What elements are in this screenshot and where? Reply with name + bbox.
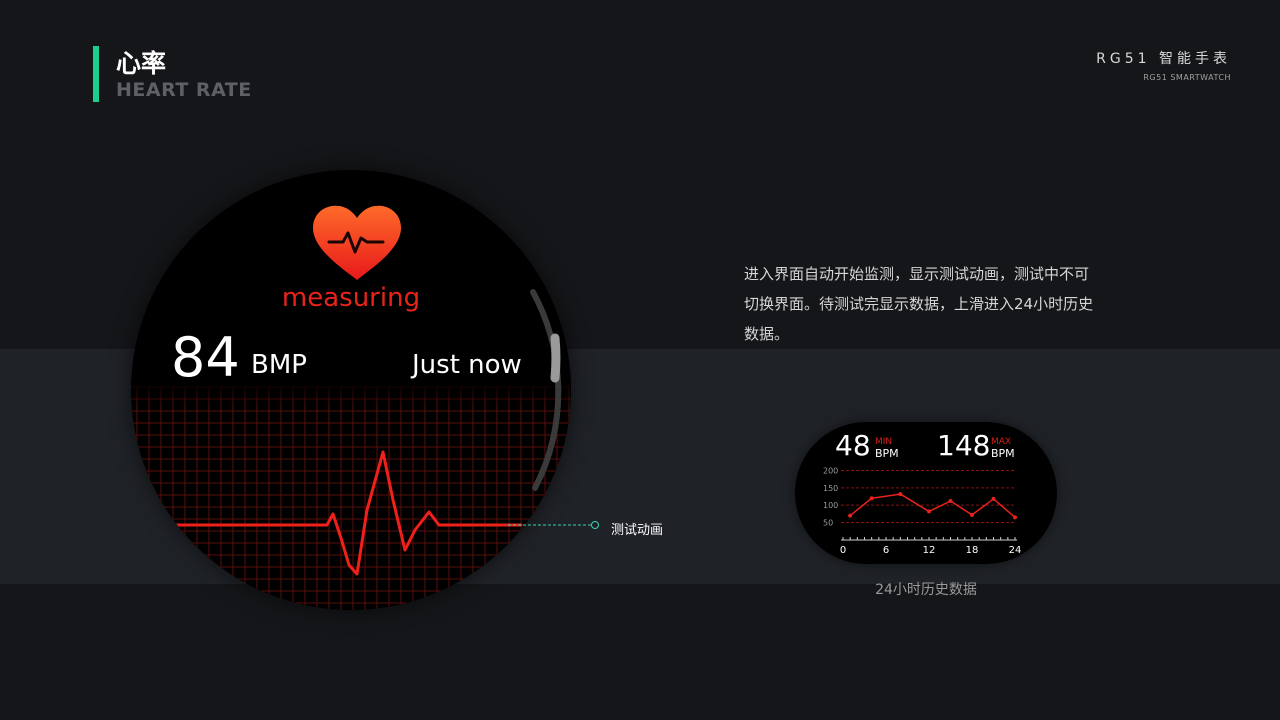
x-tick-label: 24 — [1009, 545, 1022, 556]
watch-graphics — [131, 205, 571, 610]
title-accent-bar — [93, 46, 99, 102]
heart-rate-unit: BMP — [251, 350, 307, 380]
data-point — [991, 496, 996, 501]
x-tick-label: 6 — [883, 545, 889, 556]
series-line — [849, 493, 1016, 518]
watch-face: measuring 84 BMP Just now — [131, 170, 571, 610]
heart-icon — [313, 205, 401, 280]
annotation-label: 测试动画 — [611, 523, 664, 538]
data-point — [1013, 515, 1017, 520]
history-caption: 24小时历史数据 — [875, 582, 977, 598]
feature-description: 进入界面自动开始监测，显示测试动画，测试中不可切换界面。待测试完显示数据，上滑进… — [744, 265, 1094, 343]
measuring-status: measuring — [281, 283, 421, 313]
scroll-thumb — [550, 333, 561, 383]
y-tick-label: 50 — [823, 519, 833, 528]
history-widget: 48 MIN BPM 148 MAX BPM 200 150 100 50 0 6 12 18… — [795, 422, 1057, 564]
x-tick-label: 12 — [923, 545, 936, 556]
page-title: 心率 — [116, 49, 167, 78]
grid-fade — [131, 380, 571, 470]
measure-time: Just now — [412, 350, 522, 380]
y-tick-label: 200 — [823, 466, 838, 475]
data-point — [869, 496, 874, 501]
data-point — [948, 499, 953, 504]
data-point — [898, 492, 903, 497]
ecg-line — [175, 450, 523, 576]
data-point — [848, 513, 853, 518]
x-tick-label: 18 — [966, 545, 979, 556]
brand-block: RG51 智能手表 RG51 SMARTWATCH — [1096, 48, 1231, 82]
history-chart: 200 150 100 50 0 6 12 18 24 — [823, 466, 1022, 556]
brand-name-en: RG51 SMARTWATCH — [1143, 73, 1231, 82]
heart-rate-value: 84 — [171, 326, 240, 389]
x-tick-label: 0 — [840, 545, 846, 556]
y-tick-label: 150 — [823, 484, 838, 493]
data-point — [970, 512, 974, 517]
brand-name: RG51 智能手表 — [1096, 51, 1231, 67]
data-point — [927, 509, 931, 514]
page-subtitle: HEART RATE — [116, 79, 252, 101]
y-tick-label: 100 — [823, 501, 838, 510]
